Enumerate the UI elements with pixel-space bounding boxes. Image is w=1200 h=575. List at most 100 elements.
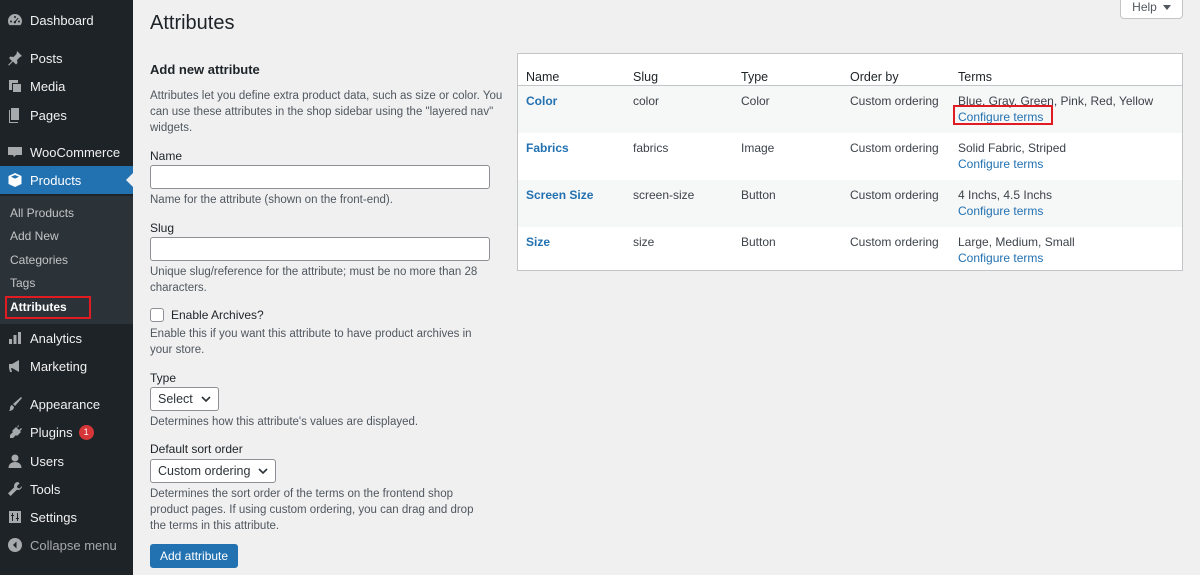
submenu-item-all-products[interactable]: All Products: [10, 206, 74, 220]
dashboard-icon: [0, 12, 30, 28]
media-icon: [0, 78, 30, 94]
menu-label-appearance: Appearance: [30, 396, 101, 412]
slug-input[interactable]: [150, 237, 490, 261]
attribute-type: Button: [741, 188, 776, 202]
attributes-table: Name Slug Type Order by Terms Color colo…: [517, 53, 1183, 271]
name-help: Name for the attribute (shown on the fro…: [150, 194, 393, 206]
pushpin-icon: [0, 50, 30, 66]
attribute-order-by: Custom ordering: [850, 235, 939, 249]
menu-item-users[interactable]: Users: [0, 447, 133, 475]
menu-item-products[interactable]: Products: [0, 166, 133, 194]
menu-item-woocommerce[interactable]: WooCommerce: [0, 138, 133, 166]
menu-label-plugins: Plugins: [30, 424, 73, 440]
column-header-slug: Slug: [633, 70, 659, 84]
add-attribute-button[interactable]: Add attribute: [150, 544, 239, 568]
configure-terms-link[interactable]: Configure terms: [958, 110, 1043, 124]
megaphone-icon: [0, 358, 30, 374]
column-header-terms: Terms: [958, 70, 993, 84]
submenu-item-categories[interactable]: Categories: [10, 253, 68, 267]
slug-help: Unique slug/reference for the attribute;…: [150, 266, 478, 294]
bar-chart-icon: [0, 330, 30, 346]
type-select-value: Select: [158, 392, 193, 406]
attribute-name-link[interactable]: Screen Size: [526, 188, 593, 202]
menu-label-settings: Settings: [30, 509, 77, 525]
menu-item-plugins[interactable]: Plugins 1: [0, 418, 133, 446]
attribute-slug: color: [633, 94, 660, 108]
admin-sidebar: Dashboard Posts Media Pages WooCommerce …: [0, 0, 133, 575]
wrench-icon: [0, 481, 30, 497]
attribute-name-link[interactable]: Size: [526, 235, 550, 249]
chevron-down-icon: [258, 468, 268, 475]
attribute-order-by: Custom ordering: [850, 94, 939, 108]
menu-label-marketing: Marketing: [30, 358, 88, 374]
column-header-name: Name: [526, 70, 560, 84]
collapse-icon: [0, 537, 30, 553]
table-row: Size size Button Custom ordering Large, …: [518, 227, 1182, 274]
chevron-down-icon: [1162, 4, 1171, 10]
attribute-terms: Blue, Gray, Green, Pink, Red, Yellow: [958, 94, 1154, 108]
plugin-icon: [0, 424, 30, 440]
form-intro: Attributes let you define extra product …: [150, 90, 503, 134]
menu-item-tools[interactable]: Tools: [0, 475, 133, 503]
column-header-type: Type: [741, 70, 769, 84]
menu-label-tools: Tools: [30, 481, 61, 497]
configure-terms-link[interactable]: Configure terms: [958, 204, 1043, 218]
configure-terms-link[interactable]: Configure terms: [958, 157, 1043, 171]
help-tab-button[interactable]: Help: [1120, 0, 1183, 19]
menu-label-users: Users: [30, 453, 64, 469]
form-heading: Add new attribute: [150, 62, 260, 77]
paintbrush-icon: [0, 396, 30, 412]
menu-item-appearance[interactable]: Appearance: [0, 390, 133, 418]
collapse-menu-button[interactable]: Collapse menu: [0, 531, 133, 559]
submenu-item-attributes[interactable]: Attributes: [10, 300, 67, 314]
collapse-menu-label: Collapse menu: [30, 537, 117, 553]
menu-label-dashboard: Dashboard: [30, 12, 94, 28]
menu-item-settings[interactable]: Settings: [0, 503, 133, 531]
menu-item-pages[interactable]: Pages: [0, 101, 133, 129]
enable-archives-label[interactable]: Enable Archives?: [171, 308, 264, 322]
sort-order-label: Default sort order: [150, 442, 243, 456]
archives-help: Enable this if you want this attribute t…: [150, 328, 472, 356]
menu-label-analytics: Analytics: [30, 330, 83, 346]
attribute-slug: screen-size: [633, 188, 695, 202]
table-row: Screen Size screen-size Button Custom or…: [518, 180, 1182, 227]
sort-order-select[interactable]: Custom ordering: [150, 459, 277, 483]
type-select[interactable]: Select: [150, 387, 219, 411]
submenu-item-tags[interactable]: Tags: [10, 276, 35, 290]
menu-item-posts[interactable]: Posts: [0, 44, 133, 72]
attribute-terms: Solid Fabric, Striped: [958, 141, 1067, 155]
archives-row: Enable Archives?: [150, 308, 264, 322]
menu-label-pages: Pages: [30, 107, 67, 123]
help-label: Help: [1132, 0, 1157, 14]
slug-label: Slug: [150, 221, 175, 235]
attribute-type: Button: [741, 235, 776, 249]
attribute-name-link[interactable]: Fabrics: [526, 141, 569, 155]
name-input[interactable]: [150, 165, 490, 189]
name-label: Name: [150, 149, 183, 163]
menu-item-analytics[interactable]: Analytics: [0, 324, 133, 352]
configure-terms-link[interactable]: Configure terms: [958, 251, 1043, 265]
menu-item-media[interactable]: Media: [0, 72, 133, 100]
menu-label-products: Products: [30, 172, 82, 188]
table-row: Fabrics fabrics Image Custom ordering So…: [518, 133, 1182, 180]
attribute-type: Color: [741, 94, 770, 108]
column-header-order-by: Order by: [850, 70, 899, 84]
attribute-slug: fabrics: [633, 141, 669, 155]
menu-label-media: Media: [30, 78, 66, 94]
attribute-terms: 4 Inchs, 4.5 Inchs: [958, 188, 1053, 202]
attribute-slug: size: [633, 235, 655, 249]
attribute-name-link[interactable]: Color: [526, 94, 557, 108]
enable-archives-checkbox[interactable]: [150, 308, 164, 322]
menu-item-dashboard[interactable]: Dashboard: [0, 6, 133, 34]
menu-label-woocommerce: WooCommerce: [30, 144, 121, 160]
menu-label-posts: Posts: [30, 50, 63, 66]
menu-item-marketing[interactable]: Marketing: [0, 352, 133, 380]
submenu-item-add-new[interactable]: Add New: [10, 229, 59, 243]
type-help: Determines how this attribute's values a…: [150, 416, 419, 428]
type-label: Type: [150, 371, 177, 385]
settings-icon: [0, 509, 30, 525]
page-title: Attributes: [150, 12, 235, 34]
archive-box-icon: [0, 172, 30, 188]
attribute-type: Image: [741, 141, 775, 155]
products-submenu: All Products Add New Categories Tags Att…: [0, 196, 133, 324]
